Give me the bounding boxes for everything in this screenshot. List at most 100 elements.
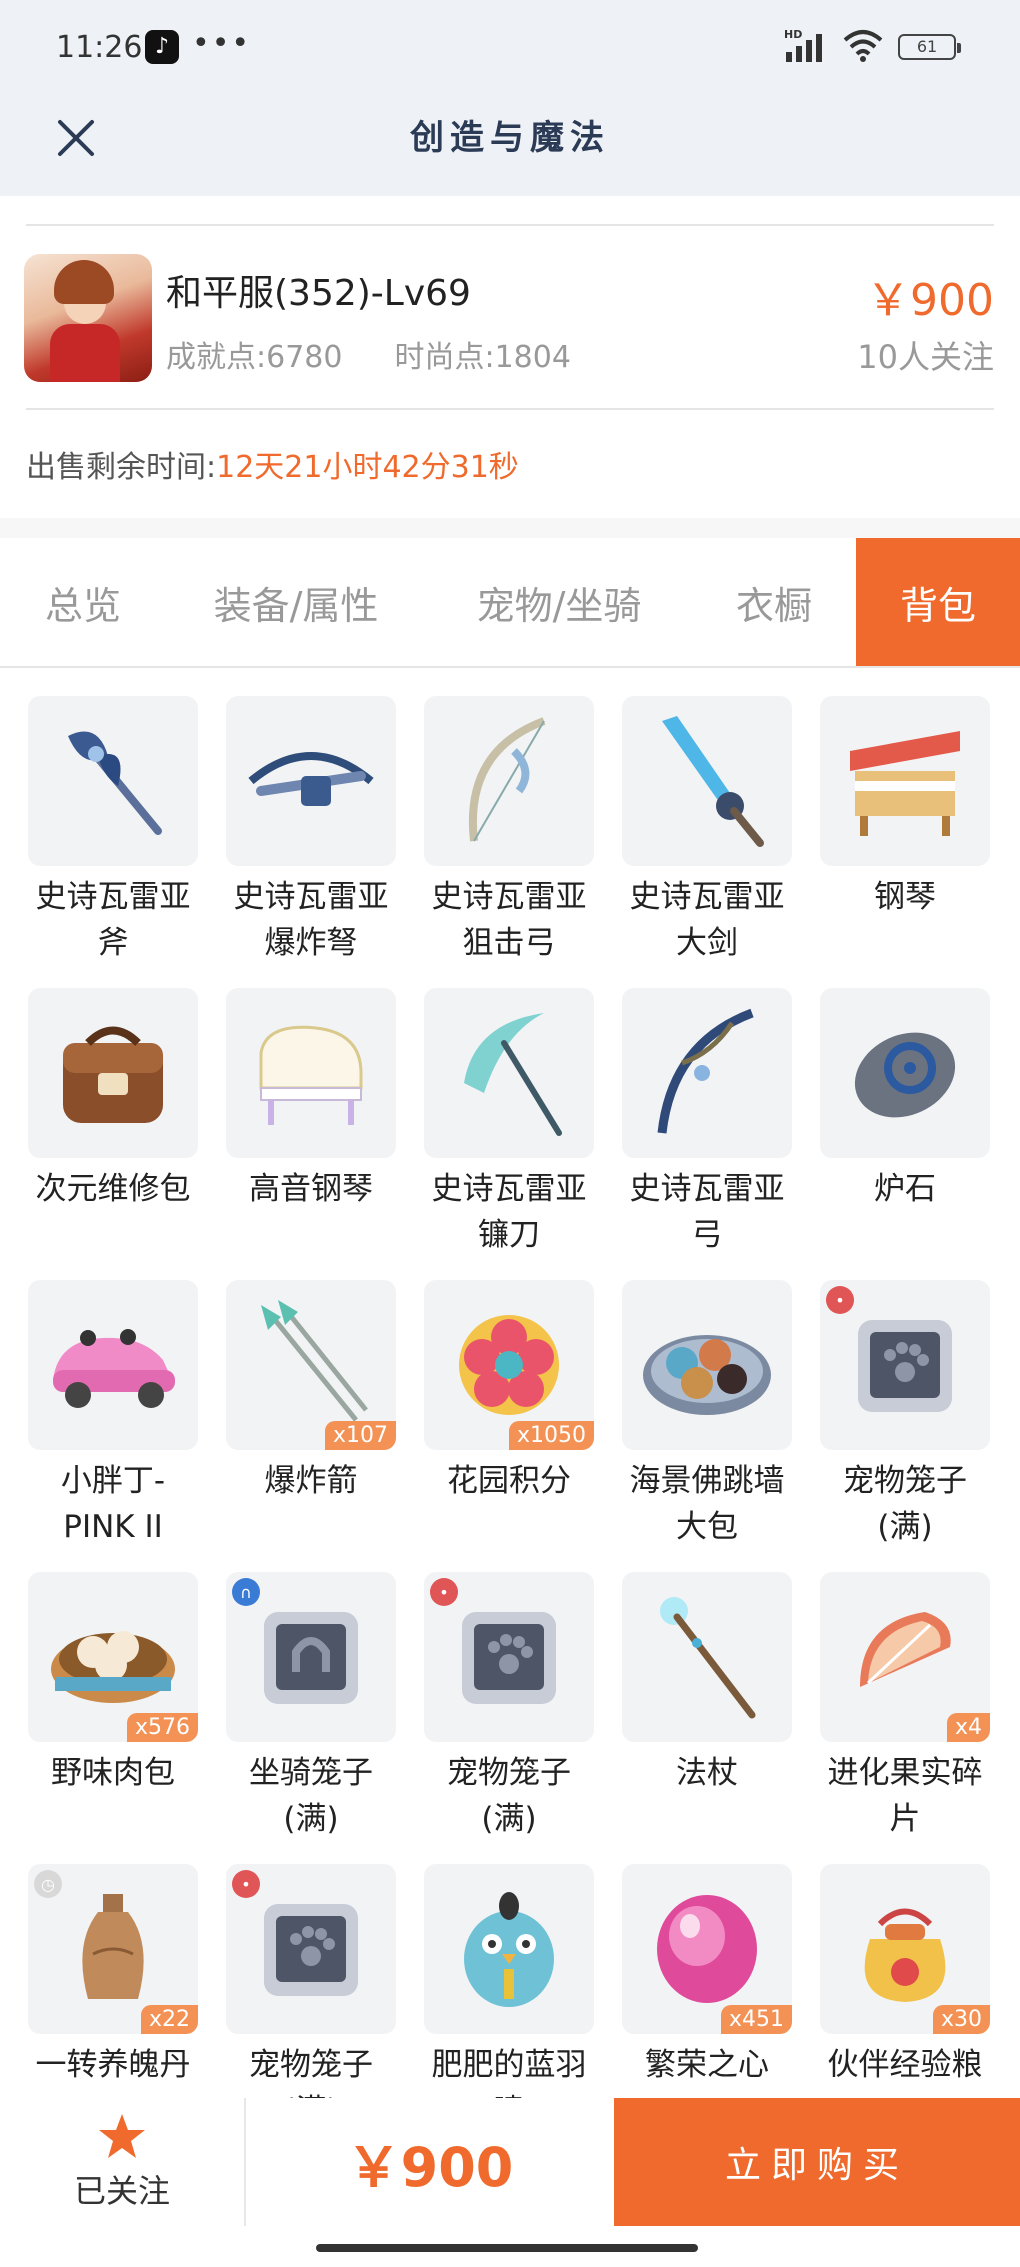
follower-count: 10人关注 <box>857 338 994 376</box>
item-name: 繁荣之心 <box>645 2047 769 2083</box>
pet-cage-icon: • <box>424 1572 594 1742</box>
backpack-item[interactable]: x4 进化果实碎片 <box>806 1544 1004 1837</box>
item-count: x30 <box>932 2005 990 2034</box>
top-area: 11:26 ♪ ••• HD 61 创造与魔法 <box>0 0 1020 196</box>
backpack-item[interactable]: 次元维修包 <box>14 960 212 1252</box>
backpack-item[interactable]: 高音钢琴 <box>212 960 410 1252</box>
backpack-item[interactable]: 法杖 <box>608 1544 806 1836</box>
backpack-item[interactable]: 炉石 <box>806 960 1004 1252</box>
backpack-item[interactable]: • 宠物笼子(满) <box>212 1836 410 2098</box>
account-card: 和平服(352)-Lv69 成就点:6780 时尚点:1804 ￥900 10人关… <box>0 196 1020 518</box>
account-stats: 成就点:6780 时尚点:1804 <box>166 332 571 376</box>
backpack-item[interactable]: 海景佛跳墙 大包 <box>608 1252 806 1545</box>
divider <box>26 408 994 410</box>
home-indicator[interactable] <box>316 2244 698 2252</box>
axe-icon <box>28 696 198 866</box>
backpack-item[interactable]: ∩ 坐骑笼子 (满) <box>212 1544 410 1837</box>
item-name: 宠物笼子(满) <box>843 1463 967 1545</box>
account-price: ￥900 <box>866 275 994 326</box>
section-gap <box>0 518 1020 538</box>
staff-icon <box>622 1572 792 1742</box>
item-name: 野味肉包 <box>51 1755 175 1791</box>
account-name: 和平服(352)-Lv69 <box>166 273 471 314</box>
backpack-item[interactable]: x107 爆炸箭 <box>212 1252 410 1544</box>
tab-bar: 总览 装备/属性 宠物/坐骑 衣橱 背包 <box>0 538 1020 668</box>
item-name: 坐骑笼子 (满) <box>249 1755 373 1837</box>
tab-backpack[interactable]: 背包 <box>856 538 1020 666</box>
status-time: 11:26 <box>56 30 143 65</box>
backpack-item[interactable]: • 宠物笼子(满) <box>410 1544 608 1837</box>
repair-bag-icon <box>28 988 198 1158</box>
backpack-item[interactable]: x451 繁荣之心 <box>608 1836 806 2098</box>
longbow-icon <box>622 988 792 1158</box>
bun-basket-icon: x576 <box>28 1572 198 1742</box>
arrow-icon: x107 <box>226 1280 396 1450</box>
item-name: 宠物笼子(满) <box>249 2047 373 2098</box>
item-name: 花园积分 <box>447 1463 571 1499</box>
item-count: x451 <box>720 2005 792 2034</box>
backpack-item[interactable]: ◷ x22 一转养魄丹 <box>14 1836 212 2098</box>
blue-bird-icon <box>424 1864 594 2034</box>
backpack-item[interactable]: 钢琴 <box>806 668 1004 960</box>
more-notifications-icon: ••• <box>192 26 252 61</box>
car-icon <box>28 1280 198 1450</box>
backpack-item[interactable]: 肥肥的蓝羽啸 <box>410 1836 608 2098</box>
item-name: 进化果实碎片 <box>827 1755 983 1837</box>
divider <box>26 224 994 226</box>
backpack-item[interactable]: 史诗瓦雷亚斧 <box>14 668 212 961</box>
tab-wardrobe[interactable]: 衣橱 <box>692 538 856 666</box>
item-count: x4 <box>946 1713 990 1742</box>
bottom-bar: 已关注 ￥900 立即购买 <box>0 2098 1020 2267</box>
bow-icon <box>424 696 594 866</box>
buy-now-button[interactable]: 立即购买 <box>614 2098 1020 2226</box>
item-name: 高音钢琴 <box>249 1171 373 1207</box>
crossbow-icon <box>226 696 396 866</box>
item-name: 伙伴经验粮 <box>827 2047 983 2083</box>
backpack-item[interactable]: x1050 花园积分 <box>410 1252 608 1544</box>
backpack-item[interactable]: 史诗瓦雷亚弓 <box>608 960 806 1253</box>
fruit-shard-icon: x4 <box>820 1572 990 1742</box>
signal-icon <box>786 34 822 62</box>
item-name: 一转养魄丹 <box>35 2047 191 2083</box>
item-name: 钢琴 <box>874 879 936 915</box>
follow-button[interactable]: 已关注 <box>0 2098 244 2226</box>
backpack-item[interactable]: 史诗瓦雷亚 大剑 <box>608 668 806 961</box>
follow-label: 已关注 <box>73 2172 170 2210</box>
backpack-grid: 史诗瓦雷亚斧史诗瓦雷亚 爆炸弩 史诗瓦雷亚 狙击弓 史诗瓦雷亚 大剑 钢琴次元维修包 高音钢琴… <box>0 668 1020 2098</box>
item-name: 小胖丁- PINK II <box>60 1463 166 1545</box>
backpack-item[interactable]: x30 伙伴经验粮 <box>806 1836 1004 2098</box>
total-price: ￥900 <box>346 2135 514 2199</box>
avatar <box>24 254 152 382</box>
food-bag-icon: x30 <box>820 1864 990 2034</box>
item-name: 史诗瓦雷亚 镰刀 <box>431 1171 587 1253</box>
tab-pets-mounts[interactable]: 宠物/坐骑 <box>426 538 692 666</box>
tab-overview[interactable]: 总览 <box>0 538 166 666</box>
item-count: x22 <box>140 2005 198 2034</box>
pet-cage-icon: • <box>226 1864 396 2034</box>
backpack-item[interactable]: • 宠物笼子(满) <box>806 1252 1004 1545</box>
backpack-item[interactable]: 史诗瓦雷亚 爆炸弩 <box>212 668 410 961</box>
backpack-item[interactable]: 史诗瓦雷亚 镰刀 <box>410 960 608 1253</box>
greatsword-icon <box>622 696 792 866</box>
battery-icon: 61 <box>898 34 961 60</box>
paw-badge-icon: • <box>826 1286 854 1314</box>
remaining-time-label: 出售剩余时间: <box>26 450 217 485</box>
remaining-time-value: 12天21小时42分31秒 <box>216 450 519 485</box>
item-name: 海景佛跳墙 大包 <box>629 1463 785 1545</box>
grand-piano-icon <box>226 988 396 1158</box>
item-name: 史诗瓦雷亚弓 <box>629 1171 785 1253</box>
flower-badge-icon: x1050 <box>424 1280 594 1450</box>
tab-equipment[interactable]: 装备/属性 <box>166 538 426 666</box>
item-name: 次元维修包 <box>35 1171 191 1207</box>
backpack-item[interactable]: 史诗瓦雷亚 狙击弓 <box>410 668 608 961</box>
page-title: 创造与魔法 <box>410 118 610 158</box>
app-header: 创造与魔法 <box>0 96 1020 196</box>
backpack-item[interactable]: x576 野味肉包 <box>14 1544 212 1836</box>
horseshoe-badge-icon: ∩ <box>232 1578 260 1606</box>
item-name: 肥肥的蓝羽啸 <box>431 2047 587 2098</box>
scythe-icon <box>424 988 594 1158</box>
achievement-points: 成就点:6780 <box>166 340 343 375</box>
pink-gem-icon: x451 <box>622 1864 792 2034</box>
backpack-item[interactable]: 小胖丁- PINK II <box>14 1252 212 1545</box>
item-name: 爆炸箭 <box>264 1463 358 1499</box>
